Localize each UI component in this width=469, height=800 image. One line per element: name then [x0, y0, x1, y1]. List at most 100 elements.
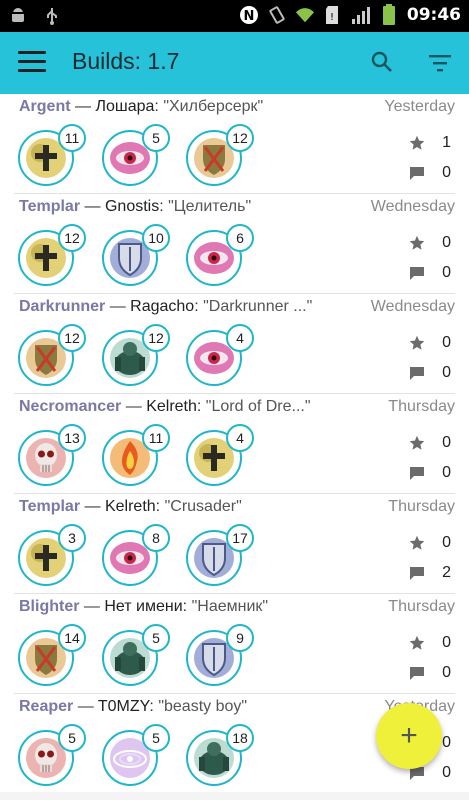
colon: : — [194, 298, 199, 315]
build-date: Thursday — [388, 398, 455, 415]
star-icon — [409, 135, 425, 150]
comment-icon — [410, 667, 424, 680]
vibrate-icon — [267, 5, 287, 25]
skill-slot[interactable]: 5 — [102, 724, 170, 786]
build-card[interactable]: Blighter — Нет имени: "Наемник" Thursday… — [14, 594, 455, 694]
skill-level-badge: 9 — [226, 624, 254, 652]
comment-count: 0 — [442, 664, 451, 681]
menu-button[interactable] — [18, 51, 46, 75]
build-class: Templar — [19, 498, 81, 515]
build-title: Blighter — Нет имени: "Наемник" — [19, 598, 349, 616]
separator-dash: — — [77, 698, 94, 715]
skill-slot[interactable]: 5 — [18, 724, 86, 786]
build-name: "Crusader" — [164, 498, 242, 515]
build-name: "beasty boy" — [158, 698, 248, 715]
build-class: Darkrunner — [19, 298, 106, 315]
star-count: 0 — [442, 234, 451, 251]
skill-slot[interactable]: 14 — [18, 624, 86, 686]
skill-level-badge: 5 — [58, 724, 86, 752]
skill-slot[interactable]: 10 — [102, 224, 170, 286]
skill-slot[interactable]: 12 — [18, 324, 86, 386]
build-card[interactable]: Necromancer — Kelreth: "Lord of Dre..." … — [14, 394, 455, 494]
build-class: Blighter — [19, 598, 80, 615]
colon: : — [159, 198, 164, 215]
skill-slot[interactable]: 12 — [18, 224, 86, 286]
skill-slot[interactable]: 6 — [186, 224, 254, 286]
build-card[interactable]: Argent — Лошара: "Хилберсерк" Yesterday … — [14, 94, 455, 194]
build-stats: 0 0 — [409, 628, 451, 688]
build-class: Templar — [19, 198, 81, 215]
skill-slot[interactable]: 8 — [102, 524, 170, 586]
separator-dash: — — [75, 98, 92, 115]
build-title: Necromancer — Kelreth: "Lord of Dre..." — [19, 398, 349, 416]
build-class: Argent — [19, 98, 71, 115]
skills-row: 5 5 18 — [18, 724, 254, 786]
skill-slot[interactable]: 4 — [186, 324, 254, 386]
build-date: Wednesday — [370, 298, 455, 315]
build-title: Reaper — T0MZY: "beasty boy" — [19, 698, 349, 716]
skill-level-badge: 13 — [58, 424, 86, 452]
comment-count: 0 — [442, 164, 451, 181]
status-bar: N ! 09:46 — [0, 0, 469, 32]
skill-slot[interactable]: 5 — [102, 124, 170, 186]
skill-slot[interactable]: 9 — [186, 624, 254, 686]
plus-icon: + — [400, 719, 418, 752]
skill-slot[interactable]: 17 — [186, 524, 254, 586]
star-icon — [409, 235, 425, 250]
star-count: 0 — [442, 534, 451, 551]
separator-dash: — — [84, 498, 101, 515]
skill-level-badge: 3 — [58, 524, 86, 552]
build-title: Templar — Gnostis: "Целитель" — [19, 198, 349, 216]
colon: : — [196, 398, 202, 415]
skill-slot[interactable]: 11 — [18, 124, 86, 186]
wifi-icon — [295, 5, 315, 25]
skill-level-badge: 6 — [226, 224, 254, 252]
skill-slot[interactable]: 3 — [18, 524, 86, 586]
build-author: T0MZY — [97, 698, 150, 715]
comment-icon — [410, 167, 424, 180]
signal-icon — [351, 5, 371, 25]
skill-slot[interactable]: 13 — [18, 424, 86, 486]
comment-count: 0 — [442, 364, 451, 381]
add-build-button[interactable]: + — [376, 703, 442, 769]
skill-level-badge: 14 — [58, 624, 86, 652]
skill-slot[interactable]: 11 — [102, 424, 170, 486]
skill-slot[interactable]: 4 — [186, 424, 254, 486]
star-icon — [409, 635, 425, 650]
comment-count: 0 — [442, 264, 451, 281]
build-name: "Наемник" — [191, 598, 269, 615]
build-card[interactable]: Templar — Gnostis: "Целитель" Wednesday … — [14, 194, 455, 294]
colon: : — [155, 498, 161, 515]
comment-icon — [410, 567, 424, 580]
filter-button[interactable] — [428, 52, 454, 76]
skill-level-badge: 4 — [226, 424, 254, 452]
build-author: Нет имени — [104, 598, 183, 615]
build-author: Gnostis — [104, 198, 160, 215]
comment-count: 0 — [442, 464, 451, 481]
skill-level-badge: 11 — [142, 424, 170, 452]
build-date: Thursday — [388, 598, 455, 615]
search-button[interactable] — [370, 50, 396, 76]
app-bar: Builds: 1.7 — [0, 32, 469, 94]
svg-text:N: N — [243, 9, 254, 24]
build-stats: 1 0 — [409, 128, 451, 188]
build-author: Ragacho — [130, 298, 195, 315]
build-author: Лошара — [95, 98, 155, 115]
skill-slot[interactable]: 12 — [102, 324, 170, 386]
skills-row: 11 5 12 — [18, 124, 254, 186]
sd-card-icon: ! — [323, 5, 343, 25]
skill-slot[interactable]: 5 — [102, 624, 170, 686]
build-card[interactable]: Darkrunner — Ragacho: "Darkrunner ..." W… — [14, 294, 455, 394]
skill-slot[interactable]: 18 — [186, 724, 254, 786]
build-card[interactable]: Templar — Kelreth: "Crusader" Thursday 3… — [14, 494, 455, 594]
build-name: "Lord of Dre..." — [205, 398, 311, 415]
comment-count: 0 — [442, 764, 451, 781]
build-date: Yesterday — [384, 98, 455, 115]
build-stats: 0 0 — [409, 428, 451, 488]
skill-slot[interactable]: 12 — [186, 124, 254, 186]
builds-list[interactable]: Argent — Лошара: "Хилберсерк" Yesterday … — [0, 94, 469, 794]
comment-icon — [410, 267, 424, 280]
skill-level-badge: 11 — [58, 124, 86, 152]
build-name: "Darkrunner ..." — [203, 298, 313, 315]
svg-text:!: ! — [330, 12, 334, 23]
